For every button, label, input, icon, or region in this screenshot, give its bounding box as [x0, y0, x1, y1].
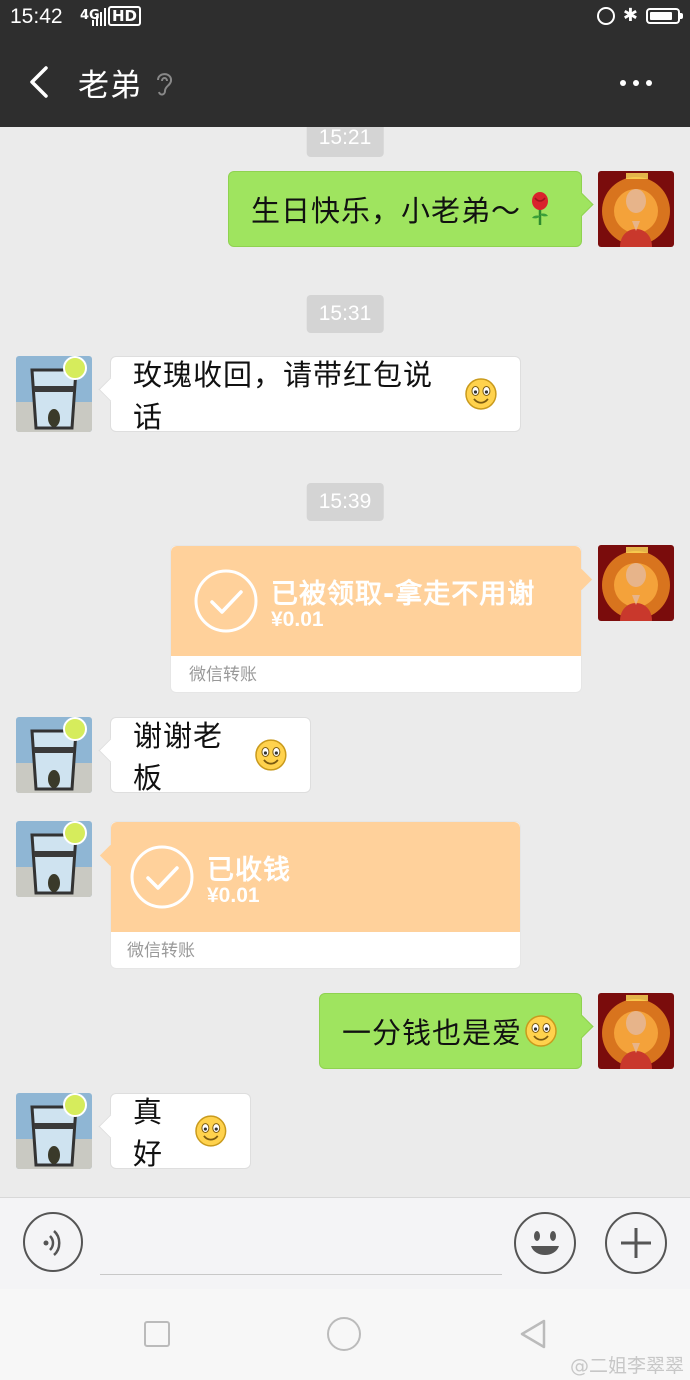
- transfer-label: 微信转账: [127, 941, 195, 961]
- sent-message[interactable]: 一分钱也是爱: [319, 993, 582, 1069]
- message-text: 一分钱也是爱: [342, 1016, 523, 1050]
- received-message[interactable]: 真好: [110, 1093, 251, 1171]
- battery-fill: [650, 12, 673, 20]
- smile-icon: [255, 739, 287, 771]
- system-nav-bar: @二姐李翠翠: [0, 1289, 690, 1380]
- transfer-title: 已收钱: [207, 855, 291, 886]
- contact-avatar[interactable]: [16, 1093, 92, 1169]
- emoji-button[interactable]: [514, 1212, 576, 1274]
- transfer-header: 已收钱 ¥0.01: [111, 822, 520, 932]
- plus-icon: [621, 1228, 651, 1258]
- timestamp: 15:31: [306, 295, 384, 333]
- smile-icon: [195, 1115, 227, 1147]
- sent-message[interactable]: 生日快乐，小老弟～: [228, 171, 582, 247]
- message-text: 生日快乐，小老弟～: [251, 194, 522, 228]
- timestamp: 15:39: [306, 483, 384, 521]
- message-text: 玫瑰收回，请带红包说话: [133, 358, 434, 434]
- watermark: @二姐李翠翠: [569, 1355, 684, 1377]
- my-avatar[interactable]: [598, 993, 674, 1069]
- transfer-label: 微信转账: [189, 665, 257, 685]
- rose-icon: [532, 192, 549, 225]
- chat-header: 老弟: [0, 36, 690, 127]
- chat-area[interactable]: 15:21 生日快乐，小老弟～ 15:31 玫瑰收回，请带红包说话 15:39 …: [0, 127, 690, 1197]
- check-icon: [194, 569, 258, 633]
- transfer-amount: ¥0.01: [271, 608, 324, 631]
- message-input[interactable]: [100, 1220, 502, 1275]
- my-avatar[interactable]: [598, 171, 674, 247]
- transfer-header: 已被领取-拿走不用谢 ¥0.01: [171, 546, 581, 656]
- contact-avatar[interactable]: [16, 821, 92, 897]
- transfer-title: 已被领取-拿走不用谢: [271, 579, 536, 610]
- contact-avatar[interactable]: [16, 717, 92, 793]
- transfer-card-sent[interactable]: 已被领取-拿走不用谢 ¥0.01 微信转账: [170, 545, 582, 693]
- status-time: 15:42: [10, 5, 63, 28]
- chat-title: 老弟: [78, 68, 142, 104]
- received-message[interactable]: 玫瑰收回，请带红包说话: [110, 356, 521, 434]
- message-text: 真好: [133, 1095, 164, 1171]
- back-icon[interactable]: [22, 60, 62, 104]
- rotation-lock-icon: [596, 7, 615, 25]
- battery-icon: [646, 8, 683, 24]
- signal-icon: [92, 8, 106, 26]
- hd-badge: HD: [108, 6, 142, 26]
- home-button[interactable]: [327, 1317, 361, 1351]
- ear-icon: [157, 73, 172, 96]
- input-bar: [0, 1197, 690, 1290]
- more-icon[interactable]: [620, 68, 660, 98]
- check-icon: [130, 845, 194, 909]
- emoji-icon: [531, 1231, 559, 1255]
- received-message[interactable]: 谢谢老板: [110, 717, 311, 795]
- message-text: 谢谢老板: [133, 719, 224, 795]
- nav-back-icon[interactable]: [518, 1318, 548, 1350]
- smile-icon: [465, 378, 497, 410]
- transfer-amount: ¥0.01: [207, 884, 260, 907]
- contact-avatar[interactable]: [16, 356, 92, 432]
- timestamp: 15:21: [306, 127, 384, 157]
- bluetooth-icon: ✱: [622, 5, 638, 26]
- smile-icon: [525, 1015, 557, 1047]
- transfer-card-received[interactable]: 已收钱 ¥0.01 微信转账: [110, 821, 521, 969]
- status-bar: 15:42 4G HD ✱: [0, 0, 690, 36]
- plus-button[interactable]: [605, 1212, 667, 1274]
- voice-button[interactable]: [23, 1212, 83, 1272]
- voice-icon: [43, 1230, 61, 1256]
- recent-apps-button[interactable]: [144, 1321, 170, 1347]
- my-avatar[interactable]: [598, 545, 674, 621]
